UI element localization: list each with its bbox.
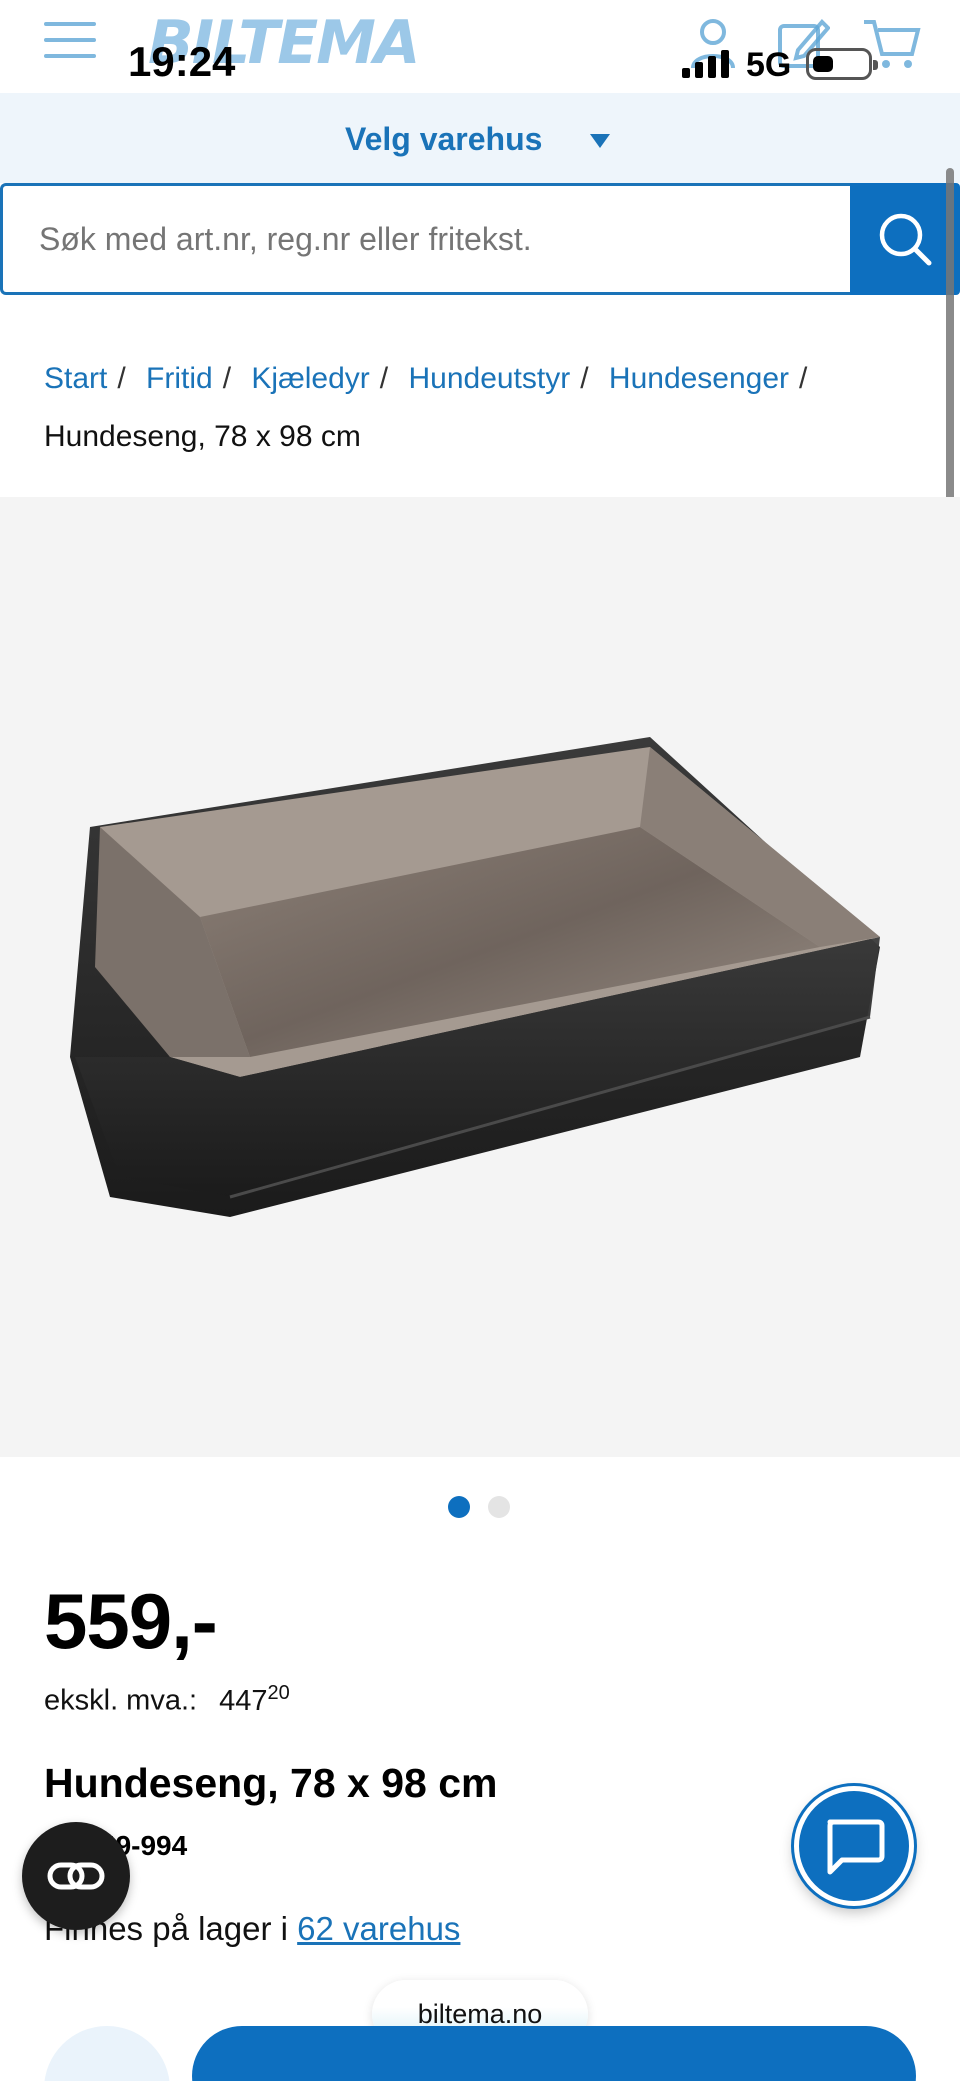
carousel-dot-1[interactable] <box>448 1496 470 1518</box>
product-image <box>70 737 880 1217</box>
breadcrumb-current: Hundeseng, 78 x 98 cm <box>44 420 361 453</box>
chat-button[interactable] <box>794 1786 914 1906</box>
accessibility-button[interactable] <box>22 1822 130 1930</box>
search-input[interactable] <box>0 183 850 295</box>
network-type: 5G <box>746 46 792 84</box>
chevron-down-icon <box>590 134 610 148</box>
link-icon <box>47 1862 105 1890</box>
breadcrumb-hundeutstyr[interactable]: Hundeutstyr <box>408 362 570 395</box>
page-scrollbar[interactable] <box>946 168 954 544</box>
search-button[interactable] <box>850 183 960 295</box>
breadcrumb-separator: / <box>379 362 389 395</box>
carousel-dot-2[interactable] <box>488 1496 510 1518</box>
breadcrumb-separator: / <box>222 362 232 395</box>
battery-icon <box>806 48 878 80</box>
breadcrumb-separator: / <box>117 362 126 395</box>
store-selector-label: Velg varehus <box>345 121 543 157</box>
stock-stores-link[interactable]: 62 varehus <box>297 1910 460 1947</box>
breadcrumb-separator: / <box>799 362 808 395</box>
carousel-dots <box>448 1496 510 1518</box>
product-price: 559,- <box>44 1577 218 1665</box>
store-selector[interactable]: Velg varehus <box>0 93 960 183</box>
menu-icon[interactable] <box>44 22 96 62</box>
search-bar <box>0 183 960 295</box>
app-header: BILTEMA 19:24 5G <box>0 0 960 93</box>
add-to-cart-button[interactable] <box>192 2026 916 2081</box>
breadcrumb-separator: / <box>580 362 589 395</box>
chat-icon <box>827 1819 885 1875</box>
vat-info: ekskl. mva.: 44720 <box>44 1682 290 1718</box>
signal-icon <box>682 48 729 78</box>
breadcrumb-hundesenger[interactable]: Hundesenger <box>609 362 789 395</box>
breadcrumb-kjaeledyr[interactable]: Kjæledyr <box>251 362 369 395</box>
breadcrumb-start[interactable]: Start <box>44 362 107 395</box>
search-icon <box>879 213 932 266</box>
vat-cents: 20 <box>267 1682 290 1704</box>
product-image-carousel[interactable] <box>0 497 960 1457</box>
vat-label: ekskl. mva.: <box>44 1684 198 1717</box>
favorite-button[interactable] <box>44 2026 170 2081</box>
vat-amount: 447 <box>219 1684 268 1717</box>
product-title: Hundeseng, 78 x 98 cm <box>44 1760 498 1806</box>
breadcrumb-fritid[interactable]: Fritid <box>146 362 213 395</box>
status-time: 19:24 <box>128 38 236 85</box>
breadcrumb: Start / Fritid / Kjæledyr / Hundeutstyr / Hu… <box>44 350 924 466</box>
